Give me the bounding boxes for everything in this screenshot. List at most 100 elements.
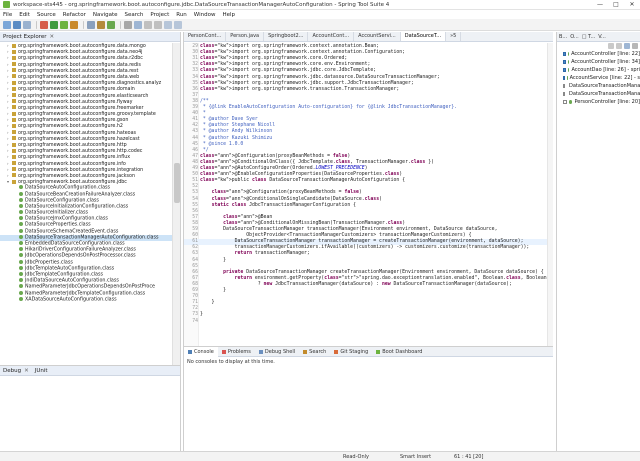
package-icon — [12, 74, 16, 79]
editor-tab[interactable]: DataSourceT... — [400, 32, 447, 41]
scrollbar-thumb[interactable] — [174, 163, 180, 203]
menu-project[interactable]: Project — [150, 12, 169, 18]
console-message: No consoles to display at this time. — [187, 359, 275, 365]
console-tab[interactable]: Boot Dashboard — [372, 349, 426, 355]
breakpoint-checkbox[interactable] — [563, 68, 566, 72]
minimize-button[interactable]: — — [592, 0, 608, 10]
side-view-tab[interactable]: O... — [570, 34, 579, 40]
menu-search[interactable]: Search — [125, 12, 144, 18]
previous-annotation-icon[interactable] — [154, 20, 162, 29]
menu-window[interactable]: Window — [194, 12, 216, 18]
editor-tab[interactable]: PersonCont... — [184, 32, 227, 41]
code-area[interactable]: 29 class="kw">import org.springframework.… — [184, 43, 548, 346]
menu-source[interactable]: Source — [37, 12, 56, 18]
breakpoint-checkbox[interactable] — [563, 100, 567, 104]
menu-icon[interactable] — [632, 43, 638, 49]
new-icon[interactable] — [3, 20, 11, 29]
breakpoint-checkbox[interactable] — [563, 92, 565, 96]
editor-tab[interactable]: AccountServi... — [354, 32, 401, 41]
editor-scrollbar[interactable] — [547, 43, 553, 346]
show-icon[interactable] — [624, 43, 630, 49]
next-annotation-icon[interactable] — [144, 20, 152, 29]
code-text: } — [200, 312, 203, 318]
breakpoint-item[interactable]: AccountController [line: 22] — [557, 50, 640, 58]
tree-item-label: JdbcTemplateConfiguration.class — [25, 272, 103, 278]
console-tab[interactable]: Git Staging — [330, 349, 372, 355]
project-explorer-tab[interactable]: Project Explorer ✕ — [0, 32, 180, 42]
class-file-icon — [19, 228, 23, 233]
forward-icon[interactable] — [174, 20, 182, 29]
side-view-tab[interactable]: B... — [559, 34, 567, 40]
breakpoint-item[interactable]: PersonController [line: 20] — [557, 98, 640, 106]
console-tab[interactable]: Search — [299, 349, 330, 355]
editor-tab[interactable]: »5 — [446, 32, 462, 41]
class-file-icon — [19, 284, 23, 289]
editor-tab[interactable]: Springboot2... — [264, 32, 309, 41]
new-package-icon[interactable] — [97, 20, 105, 29]
code-text: class="ann">@ConditionalOnSingleCandidat… — [211, 196, 382, 202]
console-tab[interactable]: Problems — [218, 349, 255, 355]
editor-tab[interactable]: Person.java — [226, 32, 265, 41]
new-java-project-icon[interactable] — [87, 20, 95, 29]
code-text: } — [200, 257, 226, 263]
console-tab-label: Boot Dashboard — [382, 348, 423, 355]
class-file-icon — [19, 247, 23, 252]
breakpoint-checkbox[interactable] — [563, 60, 566, 64]
menu-help[interactable]: Help — [222, 12, 235, 18]
tab-junit[interactable]: JUnit — [35, 368, 48, 374]
code-text: class="kw">import org.springframework.tr… — [200, 86, 400, 92]
remove-icon[interactable] — [608, 43, 614, 49]
side-view-tab[interactable]: V... — [598, 34, 606, 40]
save-all-icon[interactable] — [23, 20, 31, 29]
tree-item-label: HikariDriverConfigurationFailureAnalyzer… — [25, 247, 136, 253]
status-bar: Read-Only Smart Insert 61 : 41 [20] — [0, 451, 640, 461]
package-icon — [12, 86, 16, 91]
menu-edit[interactable]: Edit — [19, 12, 30, 18]
boot-run-icon[interactable] — [60, 20, 68, 29]
code-text: private DataSourceTransactionManager cre… — [223, 269, 544, 275]
toolbar-separator — [36, 20, 37, 29]
breakpoint-icon — [567, 60, 570, 64]
menu-run[interactable]: Run — [176, 12, 187, 18]
breakpoint-item[interactable]: DataSourceTransactionManag — [557, 90, 640, 98]
close-button[interactable]: ✕ — [624, 0, 640, 10]
project-tree[interactable]: › org.springframework.boot.autoconfigure.… — [0, 43, 172, 365]
remove-all-icon[interactable] — [616, 43, 622, 49]
side-view-tab[interactable]: □ T... — [582, 34, 596, 40]
close-icon[interactable]: ✕ — [49, 34, 54, 40]
package-icon — [12, 49, 16, 54]
tree-item-label: XADataSourceAutoConfiguration.class — [25, 297, 117, 303]
breakpoint-item[interactable]: DataSourceTransactionManag — [557, 82, 640, 90]
debug-icon[interactable] — [40, 20, 48, 29]
console-tab[interactable]: Console — [184, 346, 218, 357]
maximize-button[interactable]: □ — [608, 0, 624, 10]
breakpoint-checkbox[interactable] — [563, 76, 566, 80]
new-class-icon[interactable] — [107, 20, 115, 29]
breakpoint-checkbox[interactable] — [563, 84, 565, 88]
run-icon[interactable] — [50, 20, 58, 29]
breakpoint-item[interactable]: AccountService [line: 22] - s — [557, 74, 640, 82]
breakpoint-checkbox[interactable] — [563, 52, 566, 56]
external-tools-icon[interactable] — [70, 20, 78, 29]
breakpoint-item[interactable]: AccountController [line: 34] — [557, 58, 640, 66]
breakpoint-item[interactable]: AccountDao [line: 26] - spri — [557, 66, 640, 74]
menu-refactor[interactable]: Refactor — [63, 12, 86, 18]
tab-debug[interactable]: Debug — [3, 368, 21, 374]
menu-navigate[interactable]: Navigate — [93, 12, 118, 18]
code-line[interactable]: 74 — [184, 319, 548, 325]
open-type-icon[interactable] — [134, 20, 142, 29]
menu-file[interactable]: File — [3, 12, 12, 18]
package-icon — [12, 148, 16, 153]
save-icon[interactable] — [13, 20, 21, 29]
package-icon — [12, 161, 16, 166]
class-file-icon — [19, 271, 23, 276]
explorer-scrollbar[interactable] — [172, 43, 180, 365]
search-icon[interactable] — [124, 20, 132, 29]
toolbar-separator — [120, 20, 121, 29]
close-icon[interactable]: ✕ — [24, 368, 29, 374]
toolbar-separator — [83, 20, 84, 29]
tree-item[interactable]: XADataSourceAutoConfiguration.class — [0, 296, 172, 303]
console-tab[interactable]: Debug Shell — [255, 349, 299, 355]
editor-tab[interactable]: AccountCont... — [308, 32, 355, 41]
back-icon[interactable] — [164, 20, 172, 29]
